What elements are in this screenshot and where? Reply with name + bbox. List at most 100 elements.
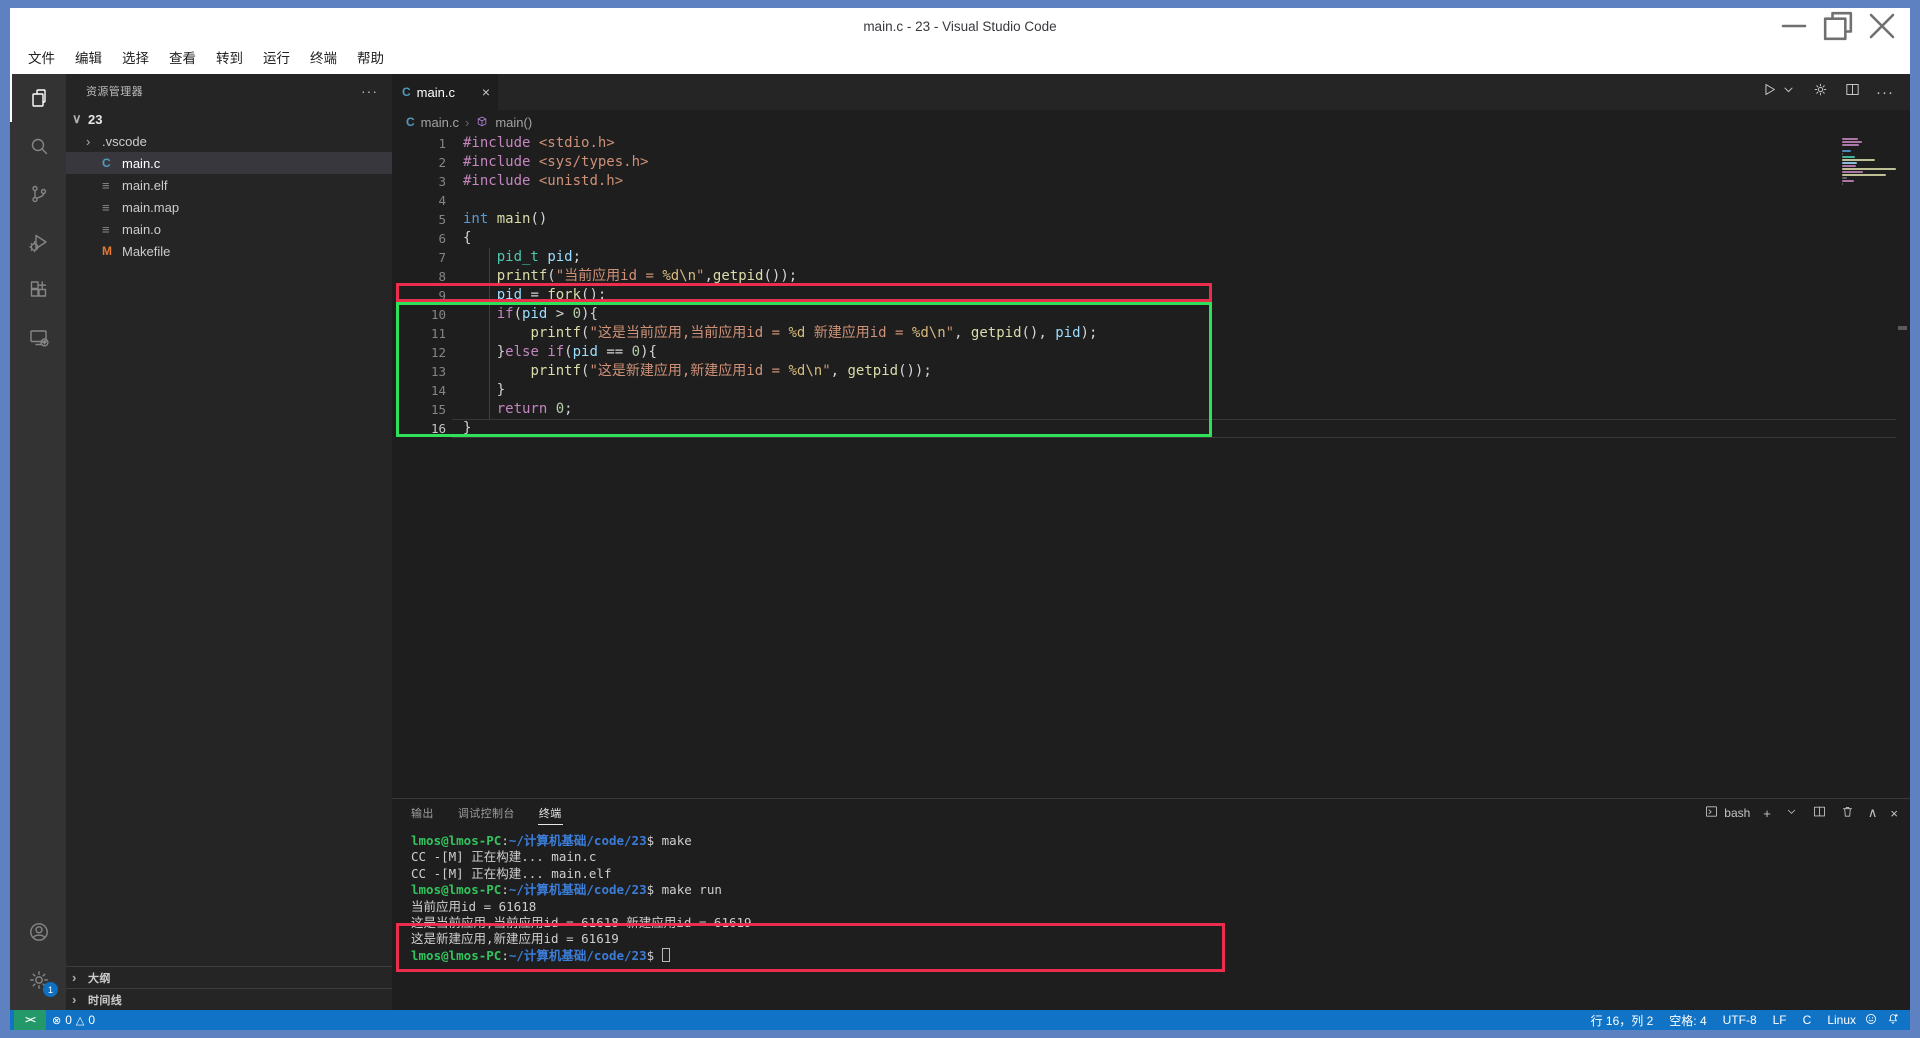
terminal[interactable]: lmos@lmos-PC:~/计算机基础/code/23$ makeCC -[M… — [392, 827, 1910, 1010]
panel-tab-1[interactable]: 调试控制台 — [457, 802, 516, 824]
restore-icon[interactable] — [1816, 8, 1860, 44]
status-item-3[interactable]: LF — [1773, 1010, 1787, 1030]
kill-terminal-icon[interactable] — [1840, 804, 1855, 822]
code-line[interactable]: 10 if(pid > 0){ — [392, 305, 1910, 324]
remote-indicator[interactable]: >< — [14, 1010, 46, 1030]
c-language-icon: C — [402, 85, 411, 99]
panel-tab-0[interactable]: 输出 — [410, 802, 435, 824]
sidebar-section-0[interactable]: ›大纲 — [66, 966, 392, 988]
breadcrumb: C main.c › main() — [392, 110, 1910, 134]
tab-close-icon[interactable]: × — [482, 84, 490, 100]
tree-root-folder[interactable]: ∨ 23 — [66, 108, 392, 130]
shell-label: bash — [1724, 806, 1750, 820]
status-item-2[interactable]: UTF-8 — [1723, 1010, 1757, 1030]
terminal-line[interactable]: CC -[M] 正在构建... main.elf — [411, 866, 1910, 882]
menu-item-goto[interactable]: 转到 — [206, 47, 253, 71]
minimap[interactable] — [1842, 138, 1896, 186]
tree-item-main-o[interactable]: ≡main.o — [66, 218, 392, 240]
code-line[interactable]: 16} — [392, 419, 1910, 438]
line-number: 7 — [392, 248, 446, 267]
tree-item-main-c[interactable]: Cmain.c — [66, 152, 392, 174]
sidebar-section-1[interactable]: ›时间线 — [66, 988, 392, 1010]
tree-item-main-elf[interactable]: ≡main.elf — [66, 174, 392, 196]
menu-item-selection[interactable]: 选择 — [112, 47, 159, 71]
split-terminal-icon[interactable] — [1812, 804, 1827, 822]
code-line[interactable]: 15 return 0; — [392, 400, 1910, 419]
status-item-1[interactable]: 空格: 4 — [1669, 1010, 1706, 1030]
file-icon: ≡ — [102, 222, 122, 237]
line-number: 2 — [392, 153, 446, 172]
notifications-bell-icon[interactable] — [1886, 1012, 1900, 1029]
minimap-line — [1842, 177, 1847, 179]
breadcrumb-file[interactable]: main.c — [421, 115, 459, 130]
menu-item-run[interactable]: 运行 — [253, 47, 300, 71]
code-editor[interactable]: 1#include <stdio.h>2#include <sys/types.… — [392, 134, 1910, 798]
code-line[interactable]: 13 printf("这是新建应用,新建应用id = %d\n", getpid… — [392, 362, 1910, 381]
menu-item-edit[interactable]: 编辑 — [65, 47, 112, 71]
more-actions-icon[interactable]: ··· — [1876, 84, 1894, 101]
tree-item-Makefile[interactable]: MMakefile — [66, 240, 392, 262]
window-title: main.c - 23 - Visual Studio Code — [10, 8, 1910, 44]
terminal-line[interactable]: 当前应用id = 61618 — [411, 899, 1910, 915]
account-icon[interactable] — [10, 908, 66, 956]
breadcrumb-symbol[interactable]: main() — [495, 115, 532, 130]
menu-item-terminal[interactable]: 终端 — [300, 47, 347, 71]
terminal-line[interactable]: 这是当前应用,当前应用id = 61618 新建应用id = 61619 — [411, 915, 1910, 931]
menu-item-view[interactable]: 查看 — [159, 47, 206, 71]
line-number: 10 — [392, 305, 446, 324]
code-line[interactable]: 2#include <sys/types.h> — [392, 153, 1910, 172]
gear-icon[interactable] — [1812, 81, 1829, 103]
menu-item-file[interactable]: 文件 — [18, 47, 65, 71]
close-panel-icon[interactable]: × — [1890, 806, 1898, 821]
status-item-0[interactable]: 行 16，列 2 — [1591, 1010, 1654, 1030]
terminal-line[interactable]: lmos@lmos-PC:~/计算机基础/code/23$ make run — [411, 882, 1910, 898]
code-line[interactable]: 1#include <stdio.h> — [392, 134, 1910, 153]
more-actions-icon[interactable]: ··· — [361, 83, 378, 99]
line-number: 14 — [392, 381, 446, 400]
code-line[interactable]: 8 printf("当前应用id = %d\n",getpid()); — [392, 267, 1910, 286]
status-item-4[interactable]: C — [1803, 1010, 1812, 1030]
code-line[interactable]: 11 printf("这是当前应用,当前应用id = %d 新建应用id = %… — [392, 324, 1910, 343]
line-number: 9 — [392, 286, 446, 305]
status-item-5[interactable]: Linux — [1827, 1010, 1856, 1030]
problems-status[interactable]: ⊗ 0 △ 0 — [46, 1010, 101, 1030]
remote-explorer-icon[interactable] — [10, 314, 66, 362]
search-icon[interactable] — [10, 122, 66, 170]
run-debug-icon[interactable] — [10, 218, 66, 266]
shell-selector[interactable]: bash — [1704, 804, 1750, 822]
terminal-line[interactable]: lmos@lmos-PC:~/计算机基础/code/23$ make — [411, 833, 1910, 849]
menu-item-help[interactable]: 帮助 — [347, 47, 394, 71]
tree-item-label: .vscode — [102, 134, 147, 149]
split-editor-icon[interactable] — [1844, 81, 1861, 103]
code-line[interactable]: 12 }else if(pid == 0){ — [392, 343, 1910, 362]
close-window-icon[interactable] — [1860, 8, 1904, 44]
settings-gear-icon[interactable]: 1 — [10, 956, 66, 1004]
source-control-icon[interactable] — [10, 170, 66, 218]
minimize-icon[interactable] — [1772, 8, 1816, 44]
code-line[interactable]: 14 } — [392, 381, 1910, 400]
code-line[interactable]: 4 — [392, 191, 1910, 210]
tab-main-c[interactable]: C main.c × — [392, 74, 498, 110]
editor-tab-bar: C main.c × ··· — [392, 74, 1910, 110]
code-lines: 1#include <stdio.h>2#include <sys/types.… — [392, 134, 1910, 438]
maximize-panel-icon[interactable]: ∧ — [1868, 805, 1878, 821]
new-terminal-icon[interactable]: + — [1763, 806, 1771, 821]
code-line[interactable]: 5int main() — [392, 210, 1910, 229]
tree-item-main-map[interactable]: ≡main.map — [66, 196, 392, 218]
terminal-line[interactable]: lmos@lmos-PC:~/计算机基础/code/23$ — [411, 948, 1910, 964]
code-line[interactable]: 9 pid = fork(); — [392, 286, 1910, 305]
tree-item--vscode[interactable]: ›.vscode — [66, 130, 392, 152]
terminal-line[interactable]: 这是新建应用,新建应用id = 61619 — [411, 931, 1910, 947]
extensions-icon[interactable] — [10, 266, 66, 314]
bottom-panel: 输出调试控制台终端 bash + ∧ × — [392, 798, 1910, 1010]
c-file-icon: C — [102, 156, 122, 170]
code-line[interactable]: 3#include <unistd.h> — [392, 172, 1910, 191]
code-line[interactable]: 6{ — [392, 229, 1910, 248]
feedback-smiley-icon[interactable] — [1864, 1012, 1878, 1029]
chevron-down-icon[interactable] — [1784, 804, 1799, 822]
panel-tab-2[interactable]: 终端 — [538, 802, 563, 825]
files-icon[interactable] — [10, 74, 66, 122]
code-line[interactable]: 7 pid_t pid; — [392, 248, 1910, 267]
run-debug-dropdown[interactable] — [1761, 81, 1797, 103]
terminal-line[interactable]: CC -[M] 正在构建... main.c — [411, 849, 1910, 865]
